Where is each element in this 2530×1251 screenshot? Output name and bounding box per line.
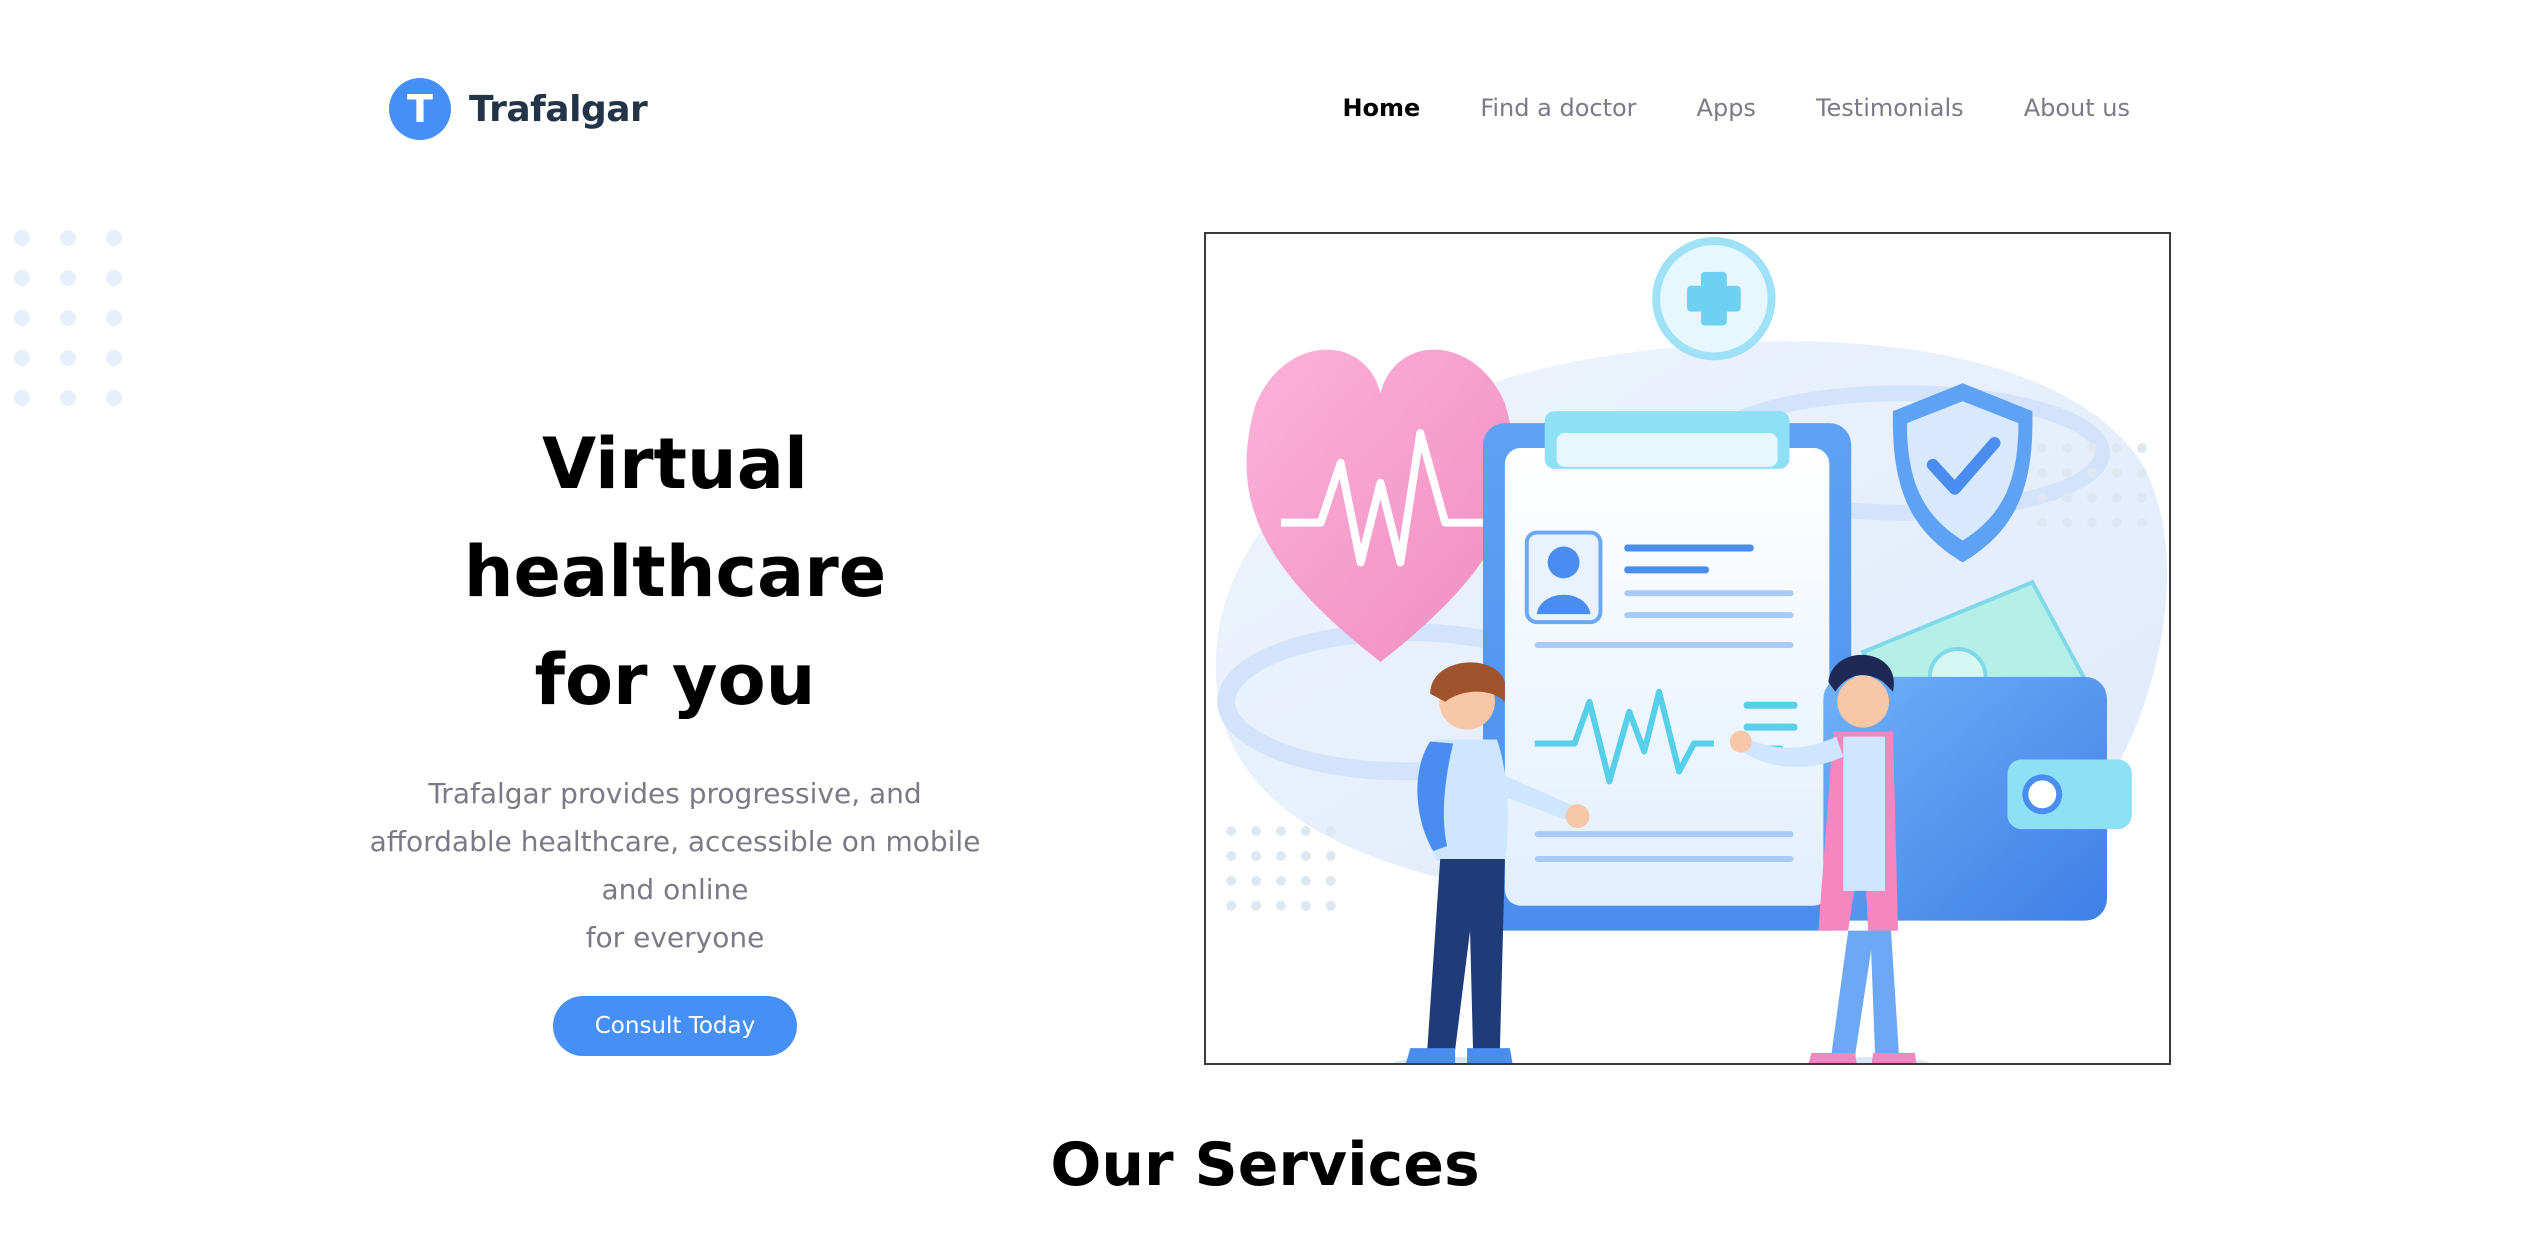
nav-item-find-a-doctor[interactable]: Find a doctor [1480,94,1636,122]
nav-item-about-us[interactable]: About us [2024,94,2130,122]
hero-title-line: healthcare [463,531,887,613]
medical-cross-icon [1652,236,1776,361]
hero-section: Virtual healthcare for you Trafalgar pro… [360,410,990,1056]
hero-description-line: and online [601,873,749,906]
nav-item-home[interactable]: Home [1342,94,1420,122]
nav-item-apps[interactable]: Apps [1697,94,1756,122]
hero-description-line: affordable healthcare, accessible on mob… [369,825,981,858]
clipboard-icon [1482,411,1852,931]
hero-description-line: for everyone [585,921,765,954]
services-section-title: Our Services [1050,1130,1480,1200]
nav-item-testimonials[interactable]: Testimonials [1816,94,1964,122]
decorative-dot-grid [14,230,122,406]
hero-illustration [1204,232,2171,1065]
main-nav: Home Find a doctor Apps Testimonials Abo… [1342,94,2130,122]
brand-name: Trafalgar [469,88,648,130]
hero-title: Virtual healthcare for you [360,410,990,734]
brand-logo[interactable]: T Trafalgar [389,78,648,140]
hero-description: Trafalgar provides progressive, and affo… [360,770,990,962]
hero-description-line: Trafalgar provides progressive, and [428,777,922,810]
hero-title-line: for you [534,639,816,721]
logo-badge-icon: T [389,78,451,140]
consult-today-button[interactable]: Consult Today [552,996,798,1056]
dot-pattern-left [1226,826,1336,911]
hero-title-line: Virtual [542,423,808,505]
